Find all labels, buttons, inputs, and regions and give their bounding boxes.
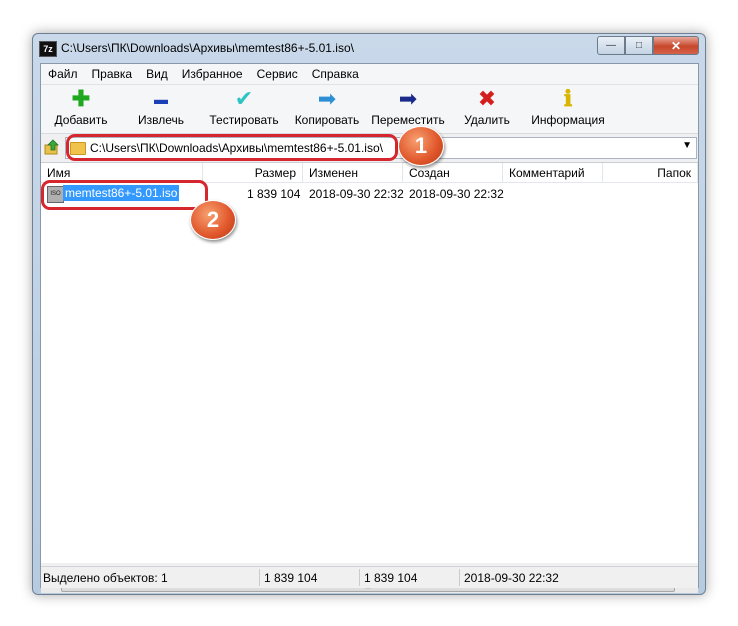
extract-button[interactable]: ▬ Извлечь <box>127 85 195 133</box>
move-button[interactable]: ➡ Переместить <box>367 85 449 133</box>
menu-file[interactable]: Файл <box>41 67 85 81</box>
info-button-label: Информация <box>531 113 605 127</box>
column-header-size[interactable]: Размер <box>203 163 303 183</box>
column-header-comment[interactable]: Комментарий <box>503 163 603 183</box>
status-date: 2018-09-30 22:32 <box>464 571 559 585</box>
info-button[interactable]: ℹ Информация <box>525 85 611 133</box>
menu-edit[interactable]: Правка <box>85 67 140 81</box>
column-header-modified[interactable]: Изменен <box>303 163 403 183</box>
callout-badge-1: 1 <box>398 126 444 166</box>
add-button-label: Добавить <box>54 113 108 127</box>
column-header-created[interactable]: Создан <box>403 163 503 183</box>
status-size: 1 839 104 <box>264 571 318 585</box>
add-button[interactable]: ✚ Добавить <box>45 85 117 133</box>
status-selected: Выделено объектов: 1 <box>43 571 168 585</box>
menu-favorites[interactable]: Избранное <box>175 67 250 81</box>
window-title: C:\Users\ПК\Downloads\Архивы\memtest86+-… <box>61 41 354 55</box>
extract-button-label: Извлечь <box>137 113 184 127</box>
delete-button-label: Удалить <box>464 113 510 127</box>
app-window: 7z C:\Users\ПК\Downloads\Архивы\memtest8… <box>32 33 706 595</box>
menu-bar: Файл Правка Вид Избранное Сервис Справка <box>41 64 698 85</box>
copy-button[interactable]: ➡ Копировать <box>289 85 365 133</box>
toolbar: ✚ Добавить ▬ Извлечь ✔ Тестировать ➡ Коп… <box>41 85 698 134</box>
file-created: 2018-09-30 22:32 <box>409 187 504 201</box>
maximize-button[interactable]: □ <box>625 36 653 55</box>
move-arrow-icon: ➡ <box>398 86 418 111</box>
menu-help[interactable]: Справка <box>305 67 366 81</box>
file-size: 1 839 104 <box>247 187 301 201</box>
test-button-label: Тестировать <box>209 113 279 127</box>
folder-up-icon[interactable] <box>44 139 60 155</box>
callout-frame-address <box>66 134 398 161</box>
minimize-button[interactable]: — <box>597 36 625 55</box>
7zip-app-icon: 7z <box>39 41 57 57</box>
delete-x-icon: ✖ <box>477 86 497 111</box>
close-button[interactable]: ✕ <box>653 36 699 55</box>
file-list: Имя Размер Изменен Создан Комментарий Па… <box>41 162 698 593</box>
file-modified: 2018-09-30 22:32 <box>309 187 404 201</box>
callout-badge-2: 2 <box>190 200 236 240</box>
test-button[interactable]: ✔ Тестировать <box>203 85 285 133</box>
status-divider <box>459 569 460 586</box>
status-divider <box>359 569 360 586</box>
status-divider <box>259 569 260 586</box>
status-bar: Выделено объектов: 1 1 839 104 1 839 104… <box>41 566 698 588</box>
menu-tools[interactable]: Сервис <box>250 67 305 81</box>
add-plus-icon: ✚ <box>71 86 91 111</box>
test-check-icon: ✔ <box>234 86 254 111</box>
extract-minus-icon: ▬ <box>154 91 168 107</box>
status-packed-size: 1 839 104 <box>364 571 418 585</box>
chevron-down-icon[interactable]: ▼ <box>682 140 692 151</box>
delete-button[interactable]: ✖ Удалить <box>457 85 517 133</box>
column-header-folders[interactable]: Папок <box>603 163 698 183</box>
copy-arrow-icon: ➡ <box>317 86 337 111</box>
move-button-label: Переместить <box>371 113 445 127</box>
callout-frame-file <box>41 180 208 210</box>
title-bar[interactable]: 7z C:\Users\ПК\Downloads\Архивы\memtest8… <box>33 34 705 62</box>
info-icon: ℹ <box>563 86 573 111</box>
copy-button-label: Копировать <box>294 113 360 127</box>
window-controls: — □ ✕ <box>597 36 699 55</box>
menu-view[interactable]: Вид <box>139 67 175 81</box>
